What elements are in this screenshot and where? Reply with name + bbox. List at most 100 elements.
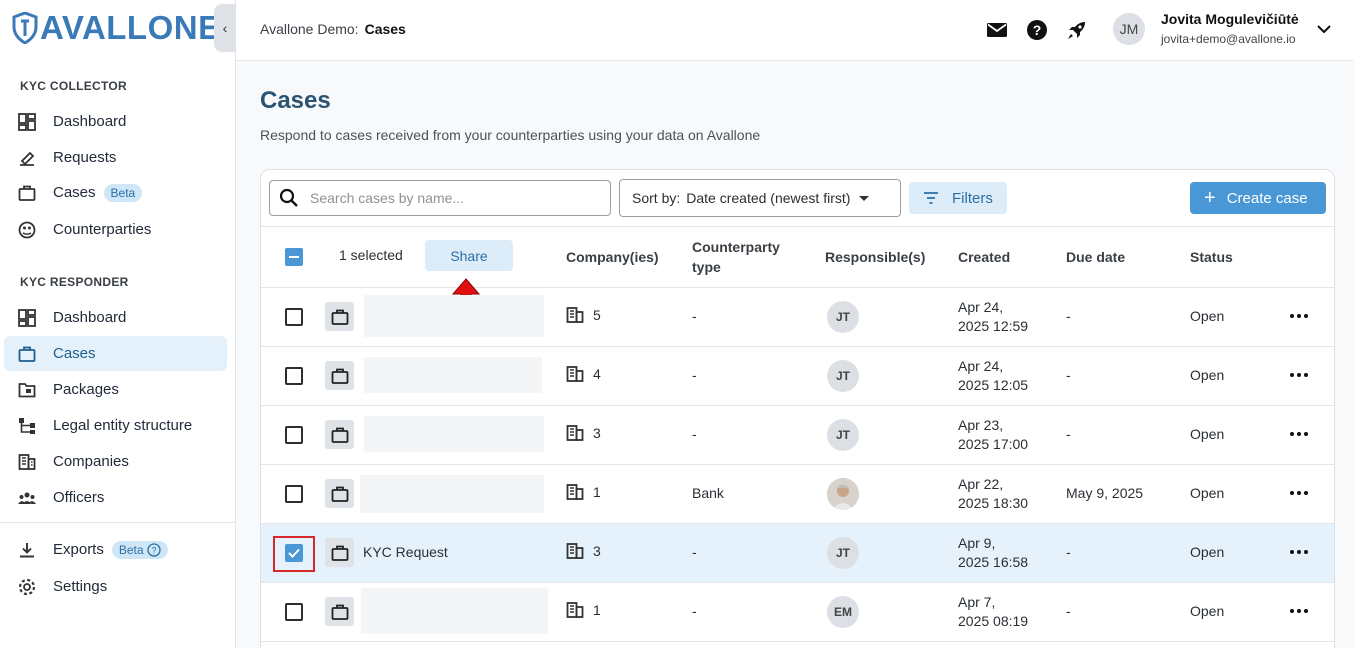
sidebar-item-exports[interactable]: Exports Beta ?: [4, 532, 227, 567]
column-header-created[interactable]: Created: [958, 247, 1010, 267]
help-icon: ?: [146, 542, 161, 557]
case-name-redacted: [364, 295, 544, 337]
table-row[interactable]: 4 - JT Apr 24, 2025 12:05 - Open: [261, 347, 1334, 406]
more-options-icon[interactable]: [1287, 599, 1311, 623]
due-date: -: [1066, 426, 1071, 442]
sidebar-item-companies[interactable]: Companies: [4, 444, 227, 479]
more-options-icon[interactable]: [1287, 304, 1311, 328]
column-header-responsible[interactable]: Responsible(s): [825, 247, 925, 267]
sidebar-item-label: Dashboard: [53, 309, 127, 326]
sidebar-item-collector-cases[interactable]: Cases Beta: [4, 175, 227, 210]
dashboard-icon: [18, 112, 36, 131]
filters-button[interactable]: Filters: [909, 182, 1007, 214]
mail-icon[interactable]: [985, 18, 1009, 42]
briefcase-icon: [325, 361, 354, 390]
rocket-icon[interactable]: [1065, 18, 1089, 42]
column-header-status[interactable]: Status: [1190, 247, 1233, 267]
created-date: Apr 24, 2025 12:05: [958, 358, 1029, 393]
counterparties-icon: [18, 221, 36, 239]
created-date: Apr 24, 2025 12:59: [958, 299, 1029, 334]
row-checkbox[interactable]: [285, 603, 303, 621]
due-date: -: [1066, 367, 1071, 383]
column-header-counterparty-type[interactable]: Counterparty type: [692, 237, 780, 277]
download-icon: [18, 541, 36, 559]
sidebar-item-responder-dashboard[interactable]: Dashboard: [4, 300, 227, 335]
sidebar-item-label: Settings: [53, 578, 108, 595]
filters-label: Filters: [952, 189, 993, 207]
status: Open: [1190, 603, 1225, 619]
sidebar: AVALLONE ‹ KYC COLLECTOR Dashboard Reque…: [0, 0, 236, 648]
column-header-companies[interactable]: Company(ies): [566, 247, 659, 267]
companies-count: 1: [566, 483, 601, 501]
page-title: Cases: [260, 87, 331, 114]
sidebar-item-requests[interactable]: Requests: [4, 140, 227, 175]
chevron-down-icon[interactable]: [1315, 20, 1333, 38]
officers-icon: [18, 489, 36, 507]
case-name-redacted: [361, 588, 548, 634]
counterparty-type: -: [692, 308, 697, 324]
table-row[interactable]: 5 - JT Apr 24, 2025 12:59 - Open: [261, 288, 1334, 347]
table-row-selected[interactable]: KYC Request 3 - JT Apr 9, 2025 16:58 - Op…: [261, 524, 1334, 583]
briefcase-icon: [325, 538, 354, 567]
filter-icon: [924, 192, 938, 204]
case-name-redacted: [360, 475, 544, 513]
briefcase-icon: [325, 597, 354, 626]
sidebar-item-counterparties[interactable]: Counterparties: [4, 212, 227, 247]
more-options-icon[interactable]: [1287, 540, 1311, 564]
logo-text: AVALLONE: [40, 9, 221, 46]
search-icon: [279, 188, 298, 207]
section-label-kyc-collector: KYC COLLECTOR: [20, 79, 128, 93]
row-checkbox[interactable]: [285, 308, 303, 326]
select-all-checkbox[interactable]: [285, 248, 303, 266]
responsible-avatar: JT: [827, 537, 859, 569]
case-name[interactable]: KYC Request: [363, 544, 448, 560]
building-icon: [566, 543, 584, 559]
row-checkbox[interactable]: [285, 544, 303, 562]
selected-count: 1 selected: [339, 247, 403, 263]
sidebar-item-legal-entity-structure[interactable]: Legal entity structure: [4, 408, 227, 443]
svg-text:?: ?: [151, 545, 156, 555]
collapse-sidebar-button[interactable]: ‹: [214, 4, 236, 52]
more-options-icon[interactable]: [1287, 481, 1311, 505]
breadcrumb-page: Cases: [364, 21, 406, 37]
beta-badge: Beta: [103, 183, 143, 202]
column-header-due-date[interactable]: Due date: [1066, 247, 1125, 267]
gear-icon: [18, 578, 36, 596]
row-checkbox[interactable]: [285, 485, 303, 503]
table-row[interactable]: 1 - EM Apr 7, 2025 08:19 - Open: [261, 583, 1334, 642]
row-checkbox[interactable]: [285, 426, 303, 444]
top-header: Avallone Demo: Cases ? JM Jovita Mogulevi…: [236, 0, 1354, 61]
sidebar-item-responder-cases[interactable]: Cases: [4, 336, 227, 371]
created-date: Apr 9, 2025 16:58: [958, 535, 1029, 570]
logo[interactable]: AVALLONE: [12, 9, 221, 46]
counterparty-type: -: [692, 603, 697, 619]
more-options-icon[interactable]: [1287, 363, 1311, 387]
sidebar-item-settings[interactable]: Settings: [4, 569, 227, 604]
status: Open: [1190, 426, 1225, 442]
sidebar-item-label: Counterparties: [53, 221, 152, 238]
table-row[interactable]: 3 - JT Apr 23, 2025 17:00 - Open: [261, 406, 1334, 465]
search-input[interactable]: [310, 190, 600, 206]
building-icon: [566, 307, 584, 323]
briefcase-icon: [325, 302, 354, 331]
briefcase-icon: [18, 184, 36, 202]
sidebar-item-collector-dashboard[interactable]: Dashboard: [4, 104, 227, 139]
sidebar-item-officers[interactable]: Officers: [4, 480, 227, 515]
create-case-button[interactable]: + Create case: [1190, 182, 1326, 214]
search-box[interactable]: [269, 180, 611, 216]
due-date: May 9, 2025: [1066, 485, 1144, 501]
user-avatar[interactable]: JM: [1113, 13, 1145, 45]
share-button[interactable]: Share: [425, 240, 513, 271]
beta-badge: Beta ?: [111, 540, 168, 559]
help-icon[interactable]: ?: [1025, 18, 1049, 42]
row-checkbox[interactable]: [285, 367, 303, 385]
plus-icon: +: [1204, 187, 1216, 209]
table-row[interactable]: 1 Bank Apr 22, 2025 18:30 May 9, 2025 Ope…: [261, 465, 1334, 524]
sidebar-item-packages[interactable]: Packages: [4, 372, 227, 407]
sort-dropdown[interactable]: Sort by: Date created (newest first): [619, 179, 901, 217]
chevron-left-icon: ‹: [222, 20, 228, 36]
more-options-icon[interactable]: [1287, 422, 1311, 446]
responsible-avatar: JT: [827, 360, 859, 392]
page-subtitle: Respond to cases received from your coun…: [260, 127, 761, 143]
counterparty-type: -: [692, 544, 697, 560]
